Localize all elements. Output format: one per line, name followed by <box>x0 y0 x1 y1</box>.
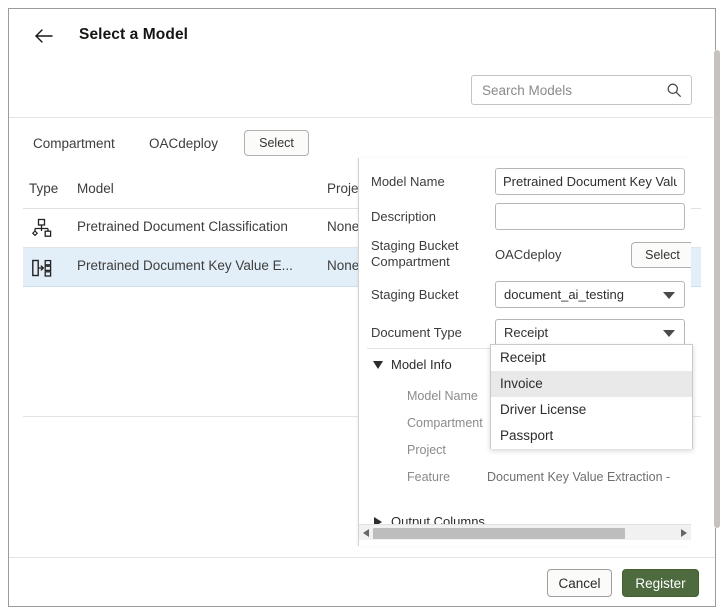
staging-bucket-value: document_ai_testing <box>504 287 624 302</box>
column-header-type: Type <box>29 181 58 196</box>
panel-horizontal-scrollbar[interactable] <box>359 524 691 540</box>
staging-bucket-compartment-label-line2: Compartment <box>371 254 450 270</box>
staging-bucket-compartment-select-button[interactable]: Select <box>631 242 691 268</box>
dialog-footer: Cancel Register <box>9 557 715 607</box>
dropdown-option-driver-license[interactable]: Driver License <box>491 397 692 423</box>
info-label-model-name: Model Name <box>407 389 478 403</box>
description-label: Description <box>371 209 436 225</box>
info-label-compartment: Compartment <box>407 416 483 430</box>
screen-root: Select a Model Compartment OACdeploy Sel… <box>0 0 724 615</box>
dropdown-option-receipt[interactable]: Receipt <box>491 345 692 371</box>
staging-bucket-select[interactable]: document_ai_testing <box>495 281 685 308</box>
staging-bucket-compartment-value: OACdeploy <box>495 247 561 262</box>
triangle-down-icon[interactable] <box>373 361 383 369</box>
search-models-box[interactable] <box>471 75 692 105</box>
info-value-feature: Document Key Value Extraction - <box>487 470 670 484</box>
cell-project: None <box>327 219 359 234</box>
hierarchy-icon <box>31 218 53 240</box>
model-info-accordion-header[interactable]: Model Info <box>391 357 452 372</box>
vertical-scroll-thumb[interactable] <box>714 50 720 528</box>
chevron-down-icon[interactable] <box>663 330 675 337</box>
cancel-button[interactable]: Cancel <box>547 569 612 597</box>
document-type-label: Document Type <box>371 325 462 341</box>
column-header-model: Model <box>77 181 114 196</box>
compartment-select-button[interactable]: Select <box>244 130 309 156</box>
scroll-left-arrow-icon[interactable] <box>363 529 369 537</box>
info-label-project: Project <box>407 443 446 457</box>
staging-bucket-label: Staging Bucket <box>371 287 458 303</box>
cell-model-name: Pretrained Document Classification <box>77 219 288 234</box>
dropdown-option-invoice[interactable]: Invoice <box>491 371 692 397</box>
chevron-down-icon[interactable] <box>663 292 675 299</box>
compartment-value: OACdeploy <box>149 136 218 151</box>
dropdown-option-passport[interactable]: Passport <box>491 423 692 449</box>
page-title: Select a Model <box>79 26 188 44</box>
model-name-label: Model Name <box>371 174 445 190</box>
header-divider <box>9 117 715 118</box>
page-vertical-scrollbar[interactable] <box>713 50 721 528</box>
key-value-extraction-icon <box>31 257 53 279</box>
registration-form: Model Name Description Staging Bucket Co… <box>359 158 691 345</box>
document-type-select[interactable]: Receipt <box>495 319 685 346</box>
model-info-title: Model Info <box>391 357 452 372</box>
register-button[interactable]: Register <box>622 569 699 597</box>
search-input[interactable] <box>472 76 660 104</box>
model-name-input[interactable] <box>496 169 684 194</box>
scroll-right-arrow-icon[interactable] <box>681 529 687 537</box>
description-input[interactable] <box>496 204 684 229</box>
cell-model-name: Pretrained Document Key Value E... <box>77 258 293 273</box>
description-field[interactable] <box>495 203 685 230</box>
document-type-value: Receipt <box>504 325 548 340</box>
horizontal-scroll-thumb[interactable] <box>373 528 625 539</box>
dialog-header: Select a Model <box>9 9 715 61</box>
search-icon[interactable] <box>666 82 682 98</box>
compartment-label: Compartment <box>33 136 115 151</box>
model-name-field[interactable] <box>495 168 685 195</box>
document-type-dropdown-list[interactable]: Receipt Invoice Driver License Passport <box>490 344 693 449</box>
column-header-project: Proje <box>327 181 359 196</box>
arrow-left-icon[interactable] <box>31 23 57 49</box>
info-label-feature: Feature <box>407 470 450 484</box>
staging-bucket-compartment-label-line1: Staging Bucket <box>371 238 458 254</box>
cell-project: None <box>327 258 359 273</box>
